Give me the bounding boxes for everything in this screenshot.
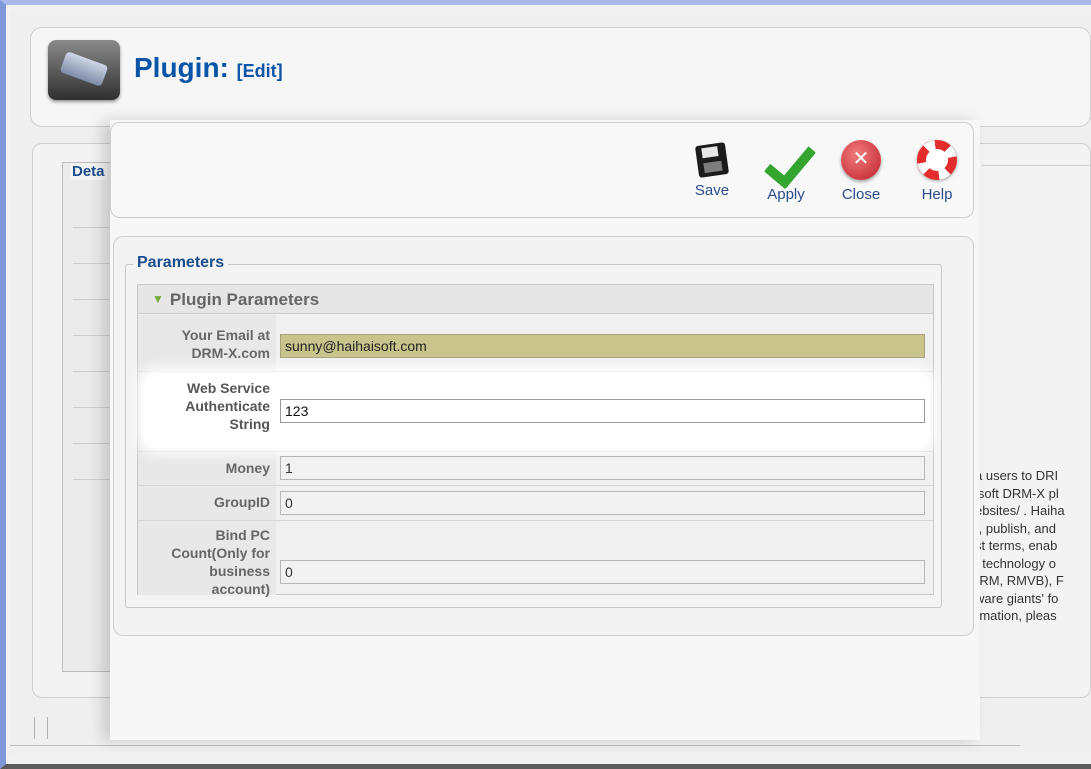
help-label: Help bbox=[921, 186, 953, 203]
triangle-down-icon: ▼ bbox=[152, 292, 164, 306]
groupid-label: GroupID bbox=[214, 494, 270, 510]
label-line: DRM-X.com bbox=[191, 345, 270, 361]
lifebuoy-icon bbox=[917, 140, 957, 180]
bind-pc-count-label: Bind PC Count(Only for business account) bbox=[138, 526, 270, 598]
label-line: Count(Only for bbox=[171, 545, 270, 561]
plugin-parameters-toggle[interactable]: ▼ Plugin Parameters bbox=[138, 285, 933, 314]
save-label: Save bbox=[694, 182, 730, 199]
description-line: ebsites/ . Haiha bbox=[975, 503, 1065, 518]
email-field[interactable] bbox=[280, 334, 925, 358]
help-button[interactable]: Help bbox=[905, 132, 969, 212]
checkmark-icon bbox=[766, 140, 806, 180]
divider bbox=[982, 165, 1091, 166]
label-line: business bbox=[209, 563, 270, 579]
close-icon bbox=[841, 140, 881, 180]
groupid-field[interactable] bbox=[280, 491, 925, 515]
page-title: Plugin: [Edit] bbox=[134, 52, 283, 84]
label-line: account) bbox=[211, 581, 270, 597]
parameters-legend: Parameters bbox=[133, 254, 229, 272]
description-line: / technology o bbox=[975, 555, 1056, 571]
label-line: Your Email at bbox=[181, 327, 270, 343]
panel-title: Plugin Parameters bbox=[169, 290, 320, 309]
close-button[interactable]: Close bbox=[829, 132, 893, 212]
description-line: a users to DRI bbox=[975, 468, 1059, 483]
save-icon bbox=[694, 142, 730, 178]
plugin-icon bbox=[48, 40, 120, 100]
money-field[interactable] bbox=[280, 456, 925, 480]
row-divider bbox=[138, 485, 933, 486]
description-line: isoft DRM-X pl bbox=[975, 485, 1059, 501]
label-line: Web Service bbox=[186, 380, 270, 396]
description-line: t, publish, and bbox=[975, 520, 1056, 536]
page-title-text: Plugin: bbox=[134, 52, 229, 83]
description-line: (RM, RMVB), F bbox=[975, 573, 1064, 588]
bind-pc-count-field[interactable] bbox=[280, 560, 925, 584]
plugin-description: a users to DRI isoft DRM-X pl ebsites/ .… bbox=[975, 467, 1091, 625]
label-line: Authenticate bbox=[185, 398, 270, 414]
description-line: st terms, enab bbox=[975, 538, 1058, 553]
divider bbox=[10, 745, 1020, 746]
save-button[interactable]: Save bbox=[680, 132, 744, 212]
label-line: String bbox=[229, 416, 270, 432]
auth-string-field[interactable] bbox=[280, 399, 925, 423]
details-legend: Deta bbox=[70, 163, 107, 180]
money-label: Money bbox=[225, 460, 270, 476]
apply-label: Apply bbox=[767, 186, 805, 203]
row-divider bbox=[138, 520, 933, 521]
auth-string-label: Web Service Authenticate String bbox=[138, 379, 270, 433]
description-line: ware giants' fo bbox=[975, 590, 1059, 606]
email-label: Your Email at DRM-X.com bbox=[138, 326, 270, 362]
label-line: Bind PC bbox=[215, 527, 270, 543]
apply-button[interactable]: Apply bbox=[754, 132, 818, 212]
page-subtitle: [Edit] bbox=[236, 61, 283, 81]
close-label: Close bbox=[841, 186, 881, 203]
description-line: rmation, pleas bbox=[975, 608, 1057, 623]
row-divider bbox=[138, 371, 933, 372]
row-divider bbox=[138, 451, 933, 452]
